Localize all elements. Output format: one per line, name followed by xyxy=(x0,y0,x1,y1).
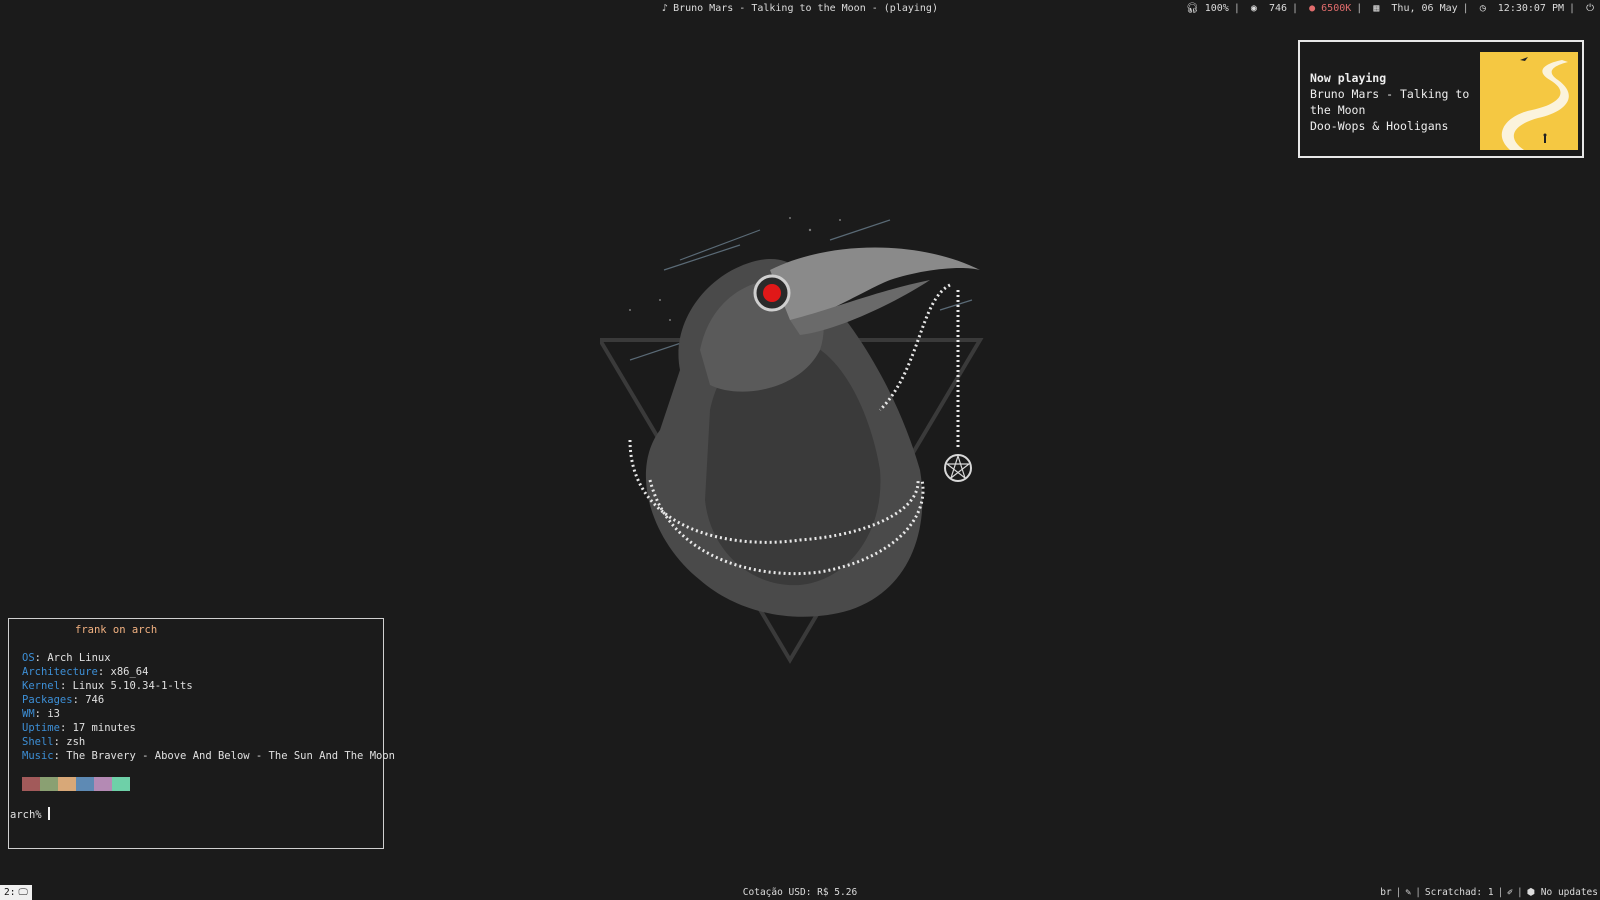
updates-status[interactable]: No updates xyxy=(1541,887,1598,898)
notification-text: Now playing Bruno Mars - Talking to the … xyxy=(1310,70,1470,134)
separator: | xyxy=(1415,887,1421,898)
ghost-icon: ◉ xyxy=(1250,3,1257,14)
info-value: x86_64 xyxy=(110,666,149,678)
clock-icon: ◷ xyxy=(1479,3,1486,14)
info-row-wm: WM: i3 xyxy=(22,708,60,720)
info-value: 17 minutes xyxy=(72,722,136,734)
info-row-packages: Packages: 746 xyxy=(22,694,105,706)
info-key: Music xyxy=(22,750,54,762)
calendar-icon: ▦ xyxy=(1373,3,1380,14)
separator: | xyxy=(1292,3,1299,14)
time-value: 12:30:07 PM xyxy=(1497,3,1565,14)
volume-value: 100% xyxy=(1204,3,1229,14)
info-key: WM xyxy=(22,708,35,720)
palette-swatch xyxy=(40,777,58,791)
terminal-window[interactable]: frank on arch OS: Arch Linux Architectur… xyxy=(8,618,395,849)
palette-swatch xyxy=(22,777,40,791)
palette-swatch xyxy=(76,777,94,791)
package-icon: ⬢ xyxy=(1526,887,1536,898)
palette-swatch xyxy=(58,777,76,791)
shell-prompt[interactable]: arch% xyxy=(10,807,50,821)
notification-album: Doo-Wops & Hooligans xyxy=(1310,119,1449,133)
info-row-music: Music: The Bravery - Above And Below - T… xyxy=(22,750,395,762)
top-status-bar: ♪ Bruno Mars - Talking to the Moon - (pla… xyxy=(0,0,1600,17)
info-value: Linux 5.10.34-1-lts xyxy=(72,680,193,692)
packages-block[interactable]: ◉ 746 xyxy=(1251,3,1287,14)
bottom-status-blocks: br | ✎ | Scratchad: 1 | ✐ | ⬢ No updates xyxy=(1380,887,1598,898)
terminal-user-host: frank on arch xyxy=(75,624,158,636)
notification-track: Bruno Mars - Talking to the Moon xyxy=(1310,87,1470,117)
temperature-pin-icon: ● xyxy=(1309,3,1316,14)
info-key: Uptime xyxy=(22,722,60,734)
separator: | xyxy=(1517,887,1523,898)
separator: | xyxy=(1497,887,1504,898)
headphones-icon: 🎧︎ xyxy=(1186,3,1199,14)
info-key: Kernel xyxy=(22,680,60,692)
notification-heading: Now playing xyxy=(1310,71,1387,85)
bottom-status-bar: 2: 🖵︎ Cotação USD: R$ 5.26 br | ✎ | Scratcha… xyxy=(0,883,1600,900)
color-temp-value: 6500K xyxy=(1321,3,1352,14)
clock-block[interactable]: ◷ 12:30:07 PM xyxy=(1480,3,1564,14)
info-value: zsh xyxy=(66,736,86,748)
separator: | xyxy=(1356,3,1363,14)
date-value: Thu, 06 May xyxy=(1391,3,1458,14)
info-value: 746 xyxy=(85,694,105,706)
info-value: The Bravery - Above And Below - The Sun … xyxy=(66,750,395,762)
info-value: Arch Linux xyxy=(47,652,111,664)
currency-rate: Cotação USD: R$ 5.26 xyxy=(742,887,858,898)
info-key: Packages xyxy=(22,694,73,706)
keyboard-layout[interactable]: br xyxy=(1380,887,1391,898)
no-pen-icon[interactable]: ✐ xyxy=(1507,887,1513,898)
color-temp-block[interactable]: ● 6500K xyxy=(1309,3,1351,14)
prompt-text: arch% xyxy=(10,809,42,821)
info-row-shell: Shell: zsh xyxy=(22,736,86,748)
text-cursor xyxy=(47,807,50,820)
music-note-icon: ♪ xyxy=(662,3,669,14)
color-palette xyxy=(22,777,130,791)
power-icon: ⏻ xyxy=(1586,3,1594,14)
volume-block[interactable]: 🎧︎ 100% xyxy=(1186,3,1229,14)
scratchpad-count[interactable]: Scratchad: 1 xyxy=(1425,887,1494,898)
power-button[interactable]: ⏻ xyxy=(1586,3,1594,14)
packages-count: 746 xyxy=(1268,3,1288,14)
album-art xyxy=(1480,52,1578,150)
separator: | xyxy=(1569,3,1576,14)
palette-swatch xyxy=(94,777,112,791)
status-blocks: 🎧︎ 100% | ◉ 746 | ● 6500K | ▦ Thu, 06 Ma… xyxy=(1184,3,1596,14)
separator: | xyxy=(1233,3,1240,14)
info-row-uptime: Uptime: 17 minutes xyxy=(22,722,136,734)
track-text: Bruno Mars - Talking to the Moon - (play… xyxy=(673,3,938,14)
system-info-list: OS: Arch Linux Architecture: x86_64 Kern… xyxy=(22,651,395,763)
separator: | xyxy=(1395,887,1402,898)
info-key: Architecture xyxy=(22,666,98,678)
info-row-kernel: Kernel: Linux 5.10.34-1-lts xyxy=(22,680,193,692)
date-block[interactable]: ▦ Thu, 06 May xyxy=(1373,3,1457,14)
palette-swatch xyxy=(112,777,130,791)
info-row-os: OS: Arch Linux xyxy=(22,652,111,664)
info-row-architecture: Architecture: x86_64 xyxy=(22,666,149,678)
info-key: OS xyxy=(22,652,35,664)
now-playing-notification[interactable]: Now playing Bruno Mars - Talking to the … xyxy=(1298,40,1584,158)
info-value: i3 xyxy=(47,708,60,720)
pencil-icon[interactable]: ✎ xyxy=(1405,887,1411,898)
info-key: Shell xyxy=(22,736,54,748)
separator: | xyxy=(1462,3,1469,14)
raven-wallpaper xyxy=(596,210,1000,680)
